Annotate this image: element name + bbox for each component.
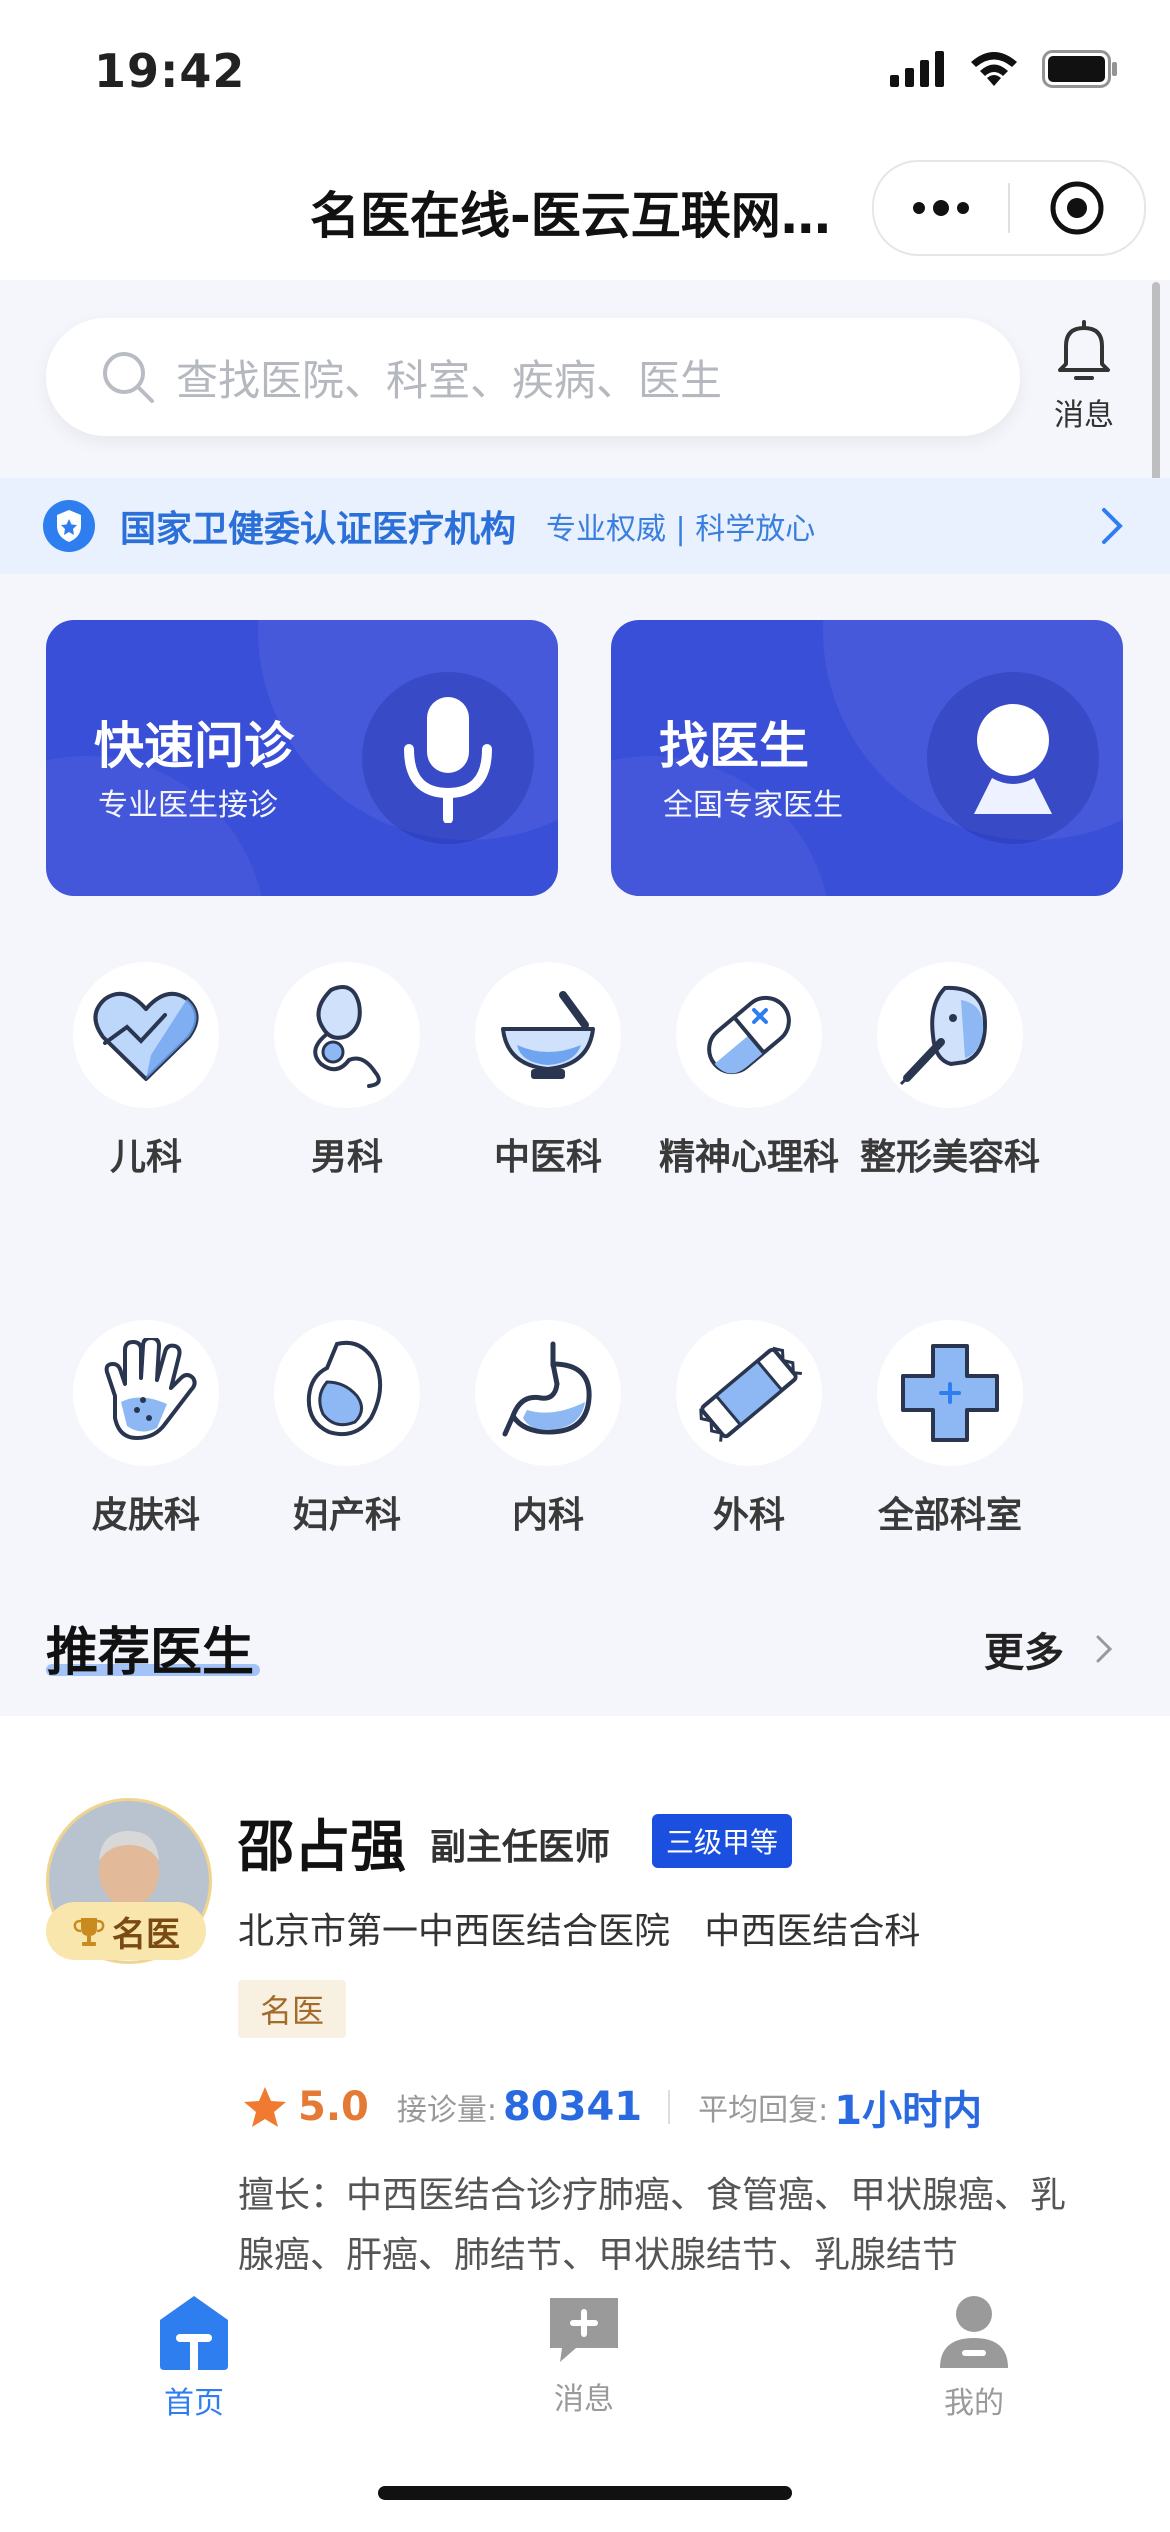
search-icon — [103, 352, 154, 403]
dept-label: 妇产科 — [292, 1495, 401, 1536]
shield-icon — [43, 500, 95, 552]
reply-time-value: 1小时内 — [834, 2088, 983, 2134]
more-label: 更多 — [984, 1630, 1064, 1676]
dept-label: 内科 — [511, 1495, 584, 1536]
page-title: 名医在线-医云互联网… — [310, 187, 831, 245]
dept-label: 中医科 — [493, 1137, 602, 1178]
card-title: 找医生 — [659, 717, 809, 775]
search-placeholder: 查找医院、科室、疾病、医生 — [176, 355, 723, 405]
target-icon — [1050, 181, 1104, 235]
microphone-icon — [362, 672, 534, 844]
consult-count-value: 80341 — [502, 2084, 643, 2130]
doctor-rating: 5.0 — [298, 2084, 369, 2130]
consult-count-label: 接诊量: — [396, 2093, 497, 2128]
pregnant-icon — [274, 1320, 420, 1466]
dept-psychiatry[interactable]: 精神心理科 — [649, 962, 849, 1186]
more-dots-icon — [913, 200, 969, 216]
face-syringe-icon — [877, 962, 1023, 1108]
department-grid-row-1: 儿科 男科 中医科 精神心理科 整形美容科 — [46, 962, 1126, 1186]
dept-label: 男科 — [310, 1137, 383, 1178]
dept-plastic-surgery[interactable]: 整形美容科 — [850, 962, 1050, 1186]
hospital-level-badge: 三级甲等 — [652, 1814, 793, 1868]
status-icons — [890, 50, 1118, 88]
doctor-stats: 5.0 接诊量: 80341 平均回复: 1小时内 — [242, 2078, 982, 2136]
wifi-icon — [971, 52, 1017, 86]
quick-consult-card[interactable]: 快速问诊 专业医生接诊 — [46, 620, 558, 896]
heart-icon — [73, 962, 219, 1108]
trophy-icon — [73, 1918, 105, 1946]
user-icon — [940, 2296, 1008, 2368]
tab-messages[interactable]: 消息 — [504, 2294, 664, 2418]
dept-all[interactable]: 全部科室 — [850, 1320, 1050, 1544]
battery-icon — [1042, 50, 1117, 88]
dept-label: 全部科室 — [877, 1495, 1022, 1536]
message-button[interactable]: 消息 — [1038, 320, 1130, 434]
department-grid-row-2: 皮肤科 妇产科 内科 外科 全部科室 — [46, 1320, 1126, 1544]
tab-label: 我的 — [944, 2386, 1004, 2421]
stomach-icon — [475, 1320, 621, 1466]
card-title: 快速问诊 — [94, 717, 294, 775]
bell-icon — [1058, 320, 1110, 380]
famous-doctor-badge: 名医 — [46, 1902, 206, 1960]
medical-cross-icon — [877, 1320, 1023, 1466]
chevron-right-icon — [1096, 1635, 1113, 1663]
card-subtitle: 全国专家医生 — [663, 788, 843, 823]
search-row: 查找医院、科室、疾病、医生 消息 — [0, 280, 1170, 480]
dept-label: 精神心理科 — [658, 1137, 839, 1178]
capsule-menu — [872, 160, 1146, 256]
dept-obstetrics[interactable]: 妇产科 — [247, 1320, 447, 1544]
mortar-icon — [475, 962, 621, 1108]
dept-surgery[interactable]: 外科 — [649, 1320, 849, 1544]
title-bar: 名医在线-医云互联网… — [0, 140, 1170, 280]
card-subtitle: 专业医生接诊 — [98, 788, 278, 823]
doctor-hospital: 北京市第一中西医结合医院 中西医结合科 — [238, 1911, 921, 1952]
home-indicator — [378, 2486, 792, 2500]
signal-icon — [890, 51, 944, 87]
doctor-name: 邵占强 — [238, 1815, 406, 1880]
male-organ-icon — [274, 962, 420, 1108]
stat-divider — [668, 2090, 671, 2124]
doctor-card[interactable]: 名医 邵占强 副主任医师 三级甲等 北京市第一中西医结合医院 中西医结合科 名医… — [0, 1716, 1170, 2316]
status-time: 19:42 — [94, 44, 246, 98]
dept-label: 儿科 — [109, 1137, 182, 1178]
doctor-tag: 名医 — [238, 1980, 347, 2038]
hand-icon — [73, 1320, 219, 1466]
dept-label: 整形美容科 — [859, 1137, 1040, 1178]
pill-icon — [676, 962, 822, 1108]
star-icon — [244, 2087, 286, 2127]
tab-label: 消息 — [554, 2382, 614, 2417]
more-doctors-link[interactable]: 更多 — [984, 1620, 1114, 1678]
tab-profile[interactable]: 我的 — [894, 2294, 1054, 2422]
message-add-icon — [550, 2298, 618, 2362]
dept-label: 皮肤科 — [91, 1495, 200, 1536]
badge-label: 名医 — [112, 1914, 180, 1955]
tab-home[interactable]: 首页 — [114, 2294, 274, 2422]
dept-dermatology[interactable]: 皮肤科 — [46, 1320, 246, 1544]
bandage-icon — [676, 1320, 822, 1466]
close-miniprogram-button[interactable] — [1010, 180, 1144, 236]
dept-internal-medicine[interactable]: 内科 — [448, 1320, 648, 1544]
section-title: 推荐医生 — [46, 1623, 255, 1683]
status-bar: 19:42 — [0, 0, 1170, 140]
home-icon — [160, 2296, 228, 2370]
chevron-right-icon — [1102, 508, 1123, 544]
banner-subtitle: 专业权威 | 科学放心 — [546, 512, 816, 547]
certification-banner[interactable]: 国家卫健委认证医疗机构 专业权威 | 科学放心 — [0, 478, 1170, 574]
tab-label: 首页 — [164, 2386, 224, 2421]
dept-label: 外科 — [712, 1495, 785, 1536]
find-doctor-card[interactable]: 找医生 全国专家医生 — [611, 620, 1123, 896]
more-button[interactable] — [874, 198, 1008, 218]
reply-time-label: 平均回复: — [698, 2093, 829, 2128]
message-label: 消息 — [1054, 398, 1114, 433]
search-input[interactable]: 查找医院、科室、疾病、医生 — [46, 318, 1020, 436]
doctor-avatar-icon — [927, 672, 1099, 844]
doctor-title: 副主任医师 — [430, 1827, 611, 1868]
dept-pediatrics[interactable]: 儿科 — [46, 962, 246, 1186]
doctor-specialty: 擅长：中西医结合诊疗肺癌、食管癌、甲状腺癌、乳腺癌、肝癌、肺结节、甲状腺结节、乳… — [238, 2175, 1067, 2276]
dept-tcm[interactable]: 中医科 — [448, 962, 648, 1186]
dept-andrology[interactable]: 男科 — [247, 962, 447, 1186]
banner-title: 国家卫健委认证医疗机构 — [120, 509, 517, 550]
